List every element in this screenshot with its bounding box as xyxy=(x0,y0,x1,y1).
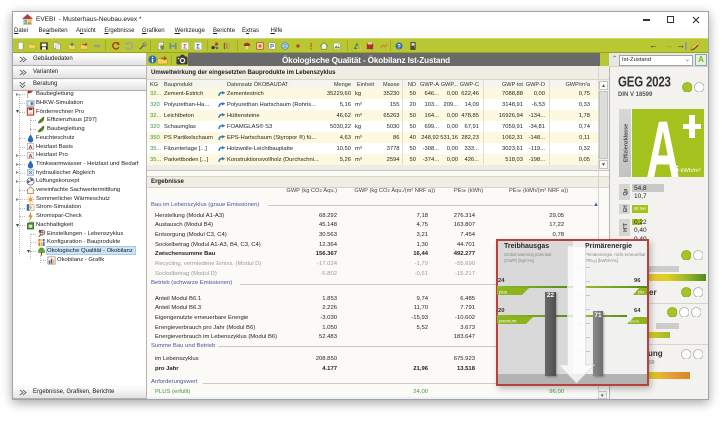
svg-text:Qp: Qp xyxy=(622,188,628,195)
svg-text:EH: EH xyxy=(623,205,629,212)
svg-text:plus: plus xyxy=(499,289,508,294)
svg-text:Effizienzklasse: Effizienzklasse xyxy=(623,123,629,161)
svg-text:plu: plu xyxy=(638,289,645,294)
svg-text:H'T: H'T xyxy=(623,223,629,232)
svg-text:prem.: prem. xyxy=(630,318,640,323)
svg-text:premium: premium xyxy=(499,318,517,323)
svg-text:Σ: Σ xyxy=(183,43,187,50)
svg-text:P: P xyxy=(270,44,274,50)
svg-text:?: ? xyxy=(397,44,401,50)
svg-text:Σ: Σ xyxy=(196,43,200,50)
